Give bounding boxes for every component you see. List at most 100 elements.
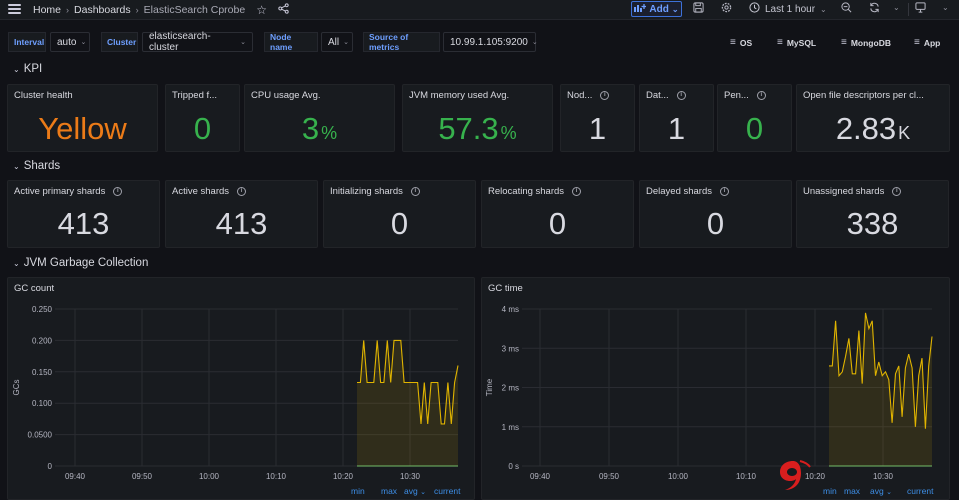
kpi-panel: Open file descriptors per cl... 2.83 K [796, 84, 950, 152]
info-icon[interactable]: i [676, 91, 686, 100]
legend-sort-min[interactable]: min [823, 486, 837, 496]
kpi-panel: Pen... i 0 [717, 84, 792, 152]
stat-number: 413 [57, 206, 110, 241]
panel-title: Unassigned shards i [803, 186, 902, 197]
variable-select-cluster[interactable]: elasticsearch-cluster ⌄ [142, 31, 253, 53]
chevron-down-icon: ⌄ [80, 39, 87, 46]
variable-value: 10.99.1.105:9200 [450, 36, 528, 48]
add-button[interactable]: Add ⌄ [631, 1, 682, 17]
share-icon[interactable] [278, 3, 289, 17]
dashboard-link-mysql[interactable]: ≡ MySQL [777, 37, 816, 48]
stat-number: 0 [548, 206, 567, 241]
info-icon[interactable]: i [892, 187, 902, 196]
legend-sort-min[interactable]: min [351, 486, 365, 496]
dashboard-link-label: MySQL [786, 37, 817, 48]
dashboard-link-app[interactable]: ≡ App [914, 37, 940, 48]
stat-value: Yellow [8, 111, 157, 147]
stat-number: Yellow [38, 111, 127, 146]
variable-select-source-of-metrics[interactable]: 10.99.1.105:9200 ⌄ [443, 32, 538, 52]
refresh-interval-chevron-icon[interactable]: ⌄ [893, 3, 900, 12]
kpi-panel: Tripped f... 0 [165, 84, 240, 152]
chevron-down-icon: ⌄ [13, 258, 20, 268]
panel-title-text: CPU usage Avg. [251, 90, 321, 101]
kpi-panel: Nod... i 1 [560, 84, 635, 152]
info-icon[interactable]: i [756, 91, 766, 100]
watermark-logo [780, 460, 811, 490]
stat-number: 2.83 [835, 111, 897, 146]
info-icon[interactable]: i [113, 187, 123, 196]
stat-number: 57.3 [438, 111, 499, 146]
stat-value: 338 [797, 206, 948, 242]
legend-sort-current[interactable]: current [434, 486, 460, 496]
legend-sort-max[interactable]: max [844, 486, 860, 496]
kpi-panel: JVM memory used Avg. 57.3% [402, 84, 553, 152]
star-icon[interactable]: ☆ [256, 3, 267, 17]
dashboard-link-mongodb[interactable]: ≡ MongoDB [841, 37, 891, 48]
legend-sort-avg[interactable]: avg ⌄ [404, 486, 426, 496]
row-shards[interactable]: ⌄ Shards [13, 160, 60, 172]
stat-value: 0 [324, 206, 475, 242]
dashboard-link-os[interactable]: ≡ OS [730, 37, 752, 48]
shard-panel: Relocating shards i 0 [481, 180, 634, 248]
breadcrumb-dashboards[interactable]: Dashboards [74, 4, 131, 16]
panel-title-text: Tripped f... [172, 90, 218, 101]
stat-number: 0 [706, 206, 725, 241]
info-icon[interactable]: i [410, 187, 420, 196]
save-icon[interactable] [693, 2, 704, 16]
stat-value: 2.83 K [797, 111, 949, 147]
tv-mode-icon[interactable] [915, 2, 926, 16]
stat-number: 0 [745, 111, 764, 146]
panel-title-text: Cluster health [14, 90, 73, 101]
clock-icon [749, 2, 760, 16]
row-title: Shards [23, 160, 61, 172]
variable-select-node-name[interactable]: All ⌄ [321, 32, 353, 52]
chevron-down-icon: ⌄ [13, 64, 20, 74]
row-jvm-garbage-collection[interactable]: ⌄ JVM Garbage Collection [13, 257, 148, 269]
shard-panel: Active shards i 413 [165, 180, 318, 248]
chevron-down-icon: ⌄ [343, 39, 349, 46]
panel-title-text: Relocating shards [488, 186, 565, 197]
panel-title: Active primary shards i [14, 186, 123, 197]
kpi-panel: Dat... i 1 [639, 84, 714, 152]
divider [908, 3, 909, 16]
legend-avg-label: avg [870, 486, 884, 496]
variable-label-node-name: Node name [264, 32, 318, 52]
legend-sort-max[interactable]: max [381, 486, 397, 496]
variable-label-interval: Interval [8, 32, 46, 52]
stat-value: 3% [245, 111, 394, 147]
kpi-panel: CPU usage Avg. 3% [244, 84, 395, 152]
panel-title: GC count [14, 283, 55, 294]
panel-title-text: Open file descriptors per cl... [803, 90, 924, 101]
variable-select-interval[interactable]: auto ⌄ [50, 32, 90, 52]
panel-title: Active shards i [172, 186, 247, 197]
legend-sort-avg[interactable]: avg ⌄ [870, 486, 892, 496]
panel-title-text: Active shards [172, 186, 230, 197]
panel-title: Pen... i [724, 90, 766, 101]
info-icon[interactable]: i [720, 187, 730, 196]
row-kpi[interactable]: ⌄ KPI [13, 63, 42, 75]
list-icon: ≡ [841, 37, 847, 48]
panel-title-text: Unassigned shards [803, 186, 885, 197]
stat-unit: % [500, 123, 517, 143]
time-range-picker[interactable]: Last 1 hour ⌄ [749, 2, 827, 16]
settings-icon[interactable] [721, 2, 732, 16]
stat-value: 0 [166, 111, 239, 147]
panel-title: GC time [488, 283, 523, 294]
info-icon[interactable]: i [572, 187, 582, 196]
panel-title: Cluster health [14, 90, 73, 101]
menu-icon[interactable] [8, 4, 21, 14]
panel-title-text: Active primary shards [14, 186, 106, 197]
info-icon[interactable]: i [600, 91, 610, 100]
panel-title-text: Initializing shards [330, 186, 403, 197]
info-icon[interactable]: i [237, 187, 247, 196]
stat-value: 0 [718, 111, 791, 147]
chevron-down-icon[interactable]: ⌄ [942, 3, 949, 12]
refresh-icon[interactable] [869, 2, 880, 16]
zoom-out-icon[interactable] [841, 2, 852, 16]
shard-panel: Active primary shards i 413 [7, 180, 160, 248]
stat-number: 0 [390, 206, 409, 241]
breadcrumb-home[interactable]: Home [33, 4, 61, 16]
list-icon: ≡ [777, 37, 783, 48]
legend-sort-current[interactable]: current [907, 486, 933, 496]
stat-unit: K [898, 123, 911, 143]
